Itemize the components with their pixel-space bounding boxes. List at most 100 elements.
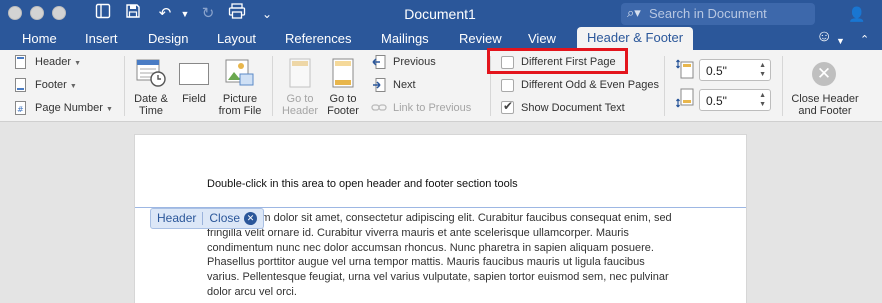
go-to-footer-button[interactable]: Go to Footer <box>322 93 364 117</box>
tab-insert[interactable]: Insert <box>85 30 118 50</box>
print-icon[interactable] <box>226 3 248 25</box>
footer-position-icon <box>676 88 694 108</box>
tab-layout[interactable]: Layout <box>217 30 256 50</box>
header-tag-divider <box>202 212 204 226</box>
minimize-window-button[interactable] <box>30 6 44 20</box>
picture-icon <box>225 59 255 87</box>
body-line: Phasellus porttitor augue vel urna tempo… <box>207 256 645 269</box>
link-icon <box>371 101 387 115</box>
next-icon <box>372 78 386 92</box>
page-number-icon: # <box>14 101 28 115</box>
tab-review[interactable]: Review <box>459 30 502 50</box>
document-title: Document1 <box>404 6 476 22</box>
header-tag-close-button[interactable]: Close ✕ <box>209 211 258 226</box>
body-line: Lorem ipsum dolor sit amet, consectetur … <box>207 212 672 224</box>
body-line: dolor arcu vel orci. <box>207 285 297 298</box>
highlight-annotation <box>487 48 628 74</box>
redo-icon[interactable]: ↻ <box>197 3 219 25</box>
close-header-footer-button[interactable]: Close Header and Footer <box>786 93 864 117</box>
page-number-button[interactable]: Page Number ▼ <box>35 102 113 114</box>
search-icon: ⌕▾ <box>627 5 641 20</box>
picture-from-file-button[interactable]: Picture from File <box>214 93 266 117</box>
go-to-footer-label-2: Footer <box>327 105 359 117</box>
ribbon-separator <box>664 56 665 116</box>
customize-toolbar-icon[interactable]: ⌄ <box>256 3 278 25</box>
document-canvas: Double-click in this area to open header… <box>0 122 882 303</box>
page-number-dropdown-icon: ▼ <box>105 106 113 113</box>
tab-home[interactable]: Home <box>22 30 57 50</box>
title-bar: ↶ ▼ ↻ ⌄ Document1 ⌕▾ Search in Document … <box>0 0 882 28</box>
body-line: condimentum nunc nec dolor accumsan rhon… <box>207 241 654 254</box>
increment-icon[interactable]: ▲ <box>759 62 766 69</box>
previous-button[interactable]: Previous <box>393 56 436 68</box>
header-tag-close-label: Close <box>209 211 241 225</box>
date-time-label-2: Time <box>138 105 164 117</box>
zoom-window-button[interactable] <box>52 6 66 20</box>
next-button[interactable]: Next <box>393 79 416 91</box>
different-odd-even-label: Different Odd & Even Pages <box>521 79 659 91</box>
different-odd-even-checkbox[interactable] <box>501 79 514 92</box>
sidebar-toggle-icon[interactable] <box>92 3 114 25</box>
ribbon: Header ▼ Footer ▼ # Page Number ▼ Date &… <box>0 50 882 122</box>
footer-icon <box>14 78 28 92</box>
close-window-button[interactable] <box>8 6 22 20</box>
feedback-dropdown-icon[interactable]: ▼ <box>836 32 845 52</box>
undo-dropdown-icon[interactable]: ▼ <box>174 3 196 25</box>
header-instruction-text: Double-click in this area to open header… <box>207 178 518 190</box>
tab-references[interactable]: References <box>285 30 351 50</box>
undo-icon[interactable]: ↶ <box>154 3 176 25</box>
search-input[interactable]: ⌕▾ Search in Document <box>621 3 815 25</box>
footer-from-bottom-value: 0.5" <box>706 94 727 108</box>
share-icon[interactable]: 👤 <box>846 3 868 25</box>
footer-from-bottom-spinner[interactable]: 0.5" ▲ ▼ <box>699 89 771 111</box>
ribbon-separator <box>272 56 273 116</box>
svg-text:#: # <box>17 105 24 114</box>
tab-view[interactable]: View <box>528 30 556 50</box>
body-line: varius. Pellentesque feugiat, urna vel v… <box>207 271 669 284</box>
header-position-icon <box>676 59 694 79</box>
close-label-2: and Footer <box>798 105 852 117</box>
tab-design[interactable]: Design <box>148 30 188 50</box>
header-from-top-value: 0.5" <box>706 64 727 78</box>
ribbon-separator <box>782 56 783 116</box>
show-document-text-checkbox[interactable]: ✔ <box>501 99 514 114</box>
show-document-text-label: Show Document Text <box>521 102 625 114</box>
field-button[interactable]: Field <box>176 93 212 105</box>
go-to-header-button[interactable]: Go to Header <box>280 93 320 117</box>
link-to-previous-button[interactable]: Link to Previous <box>393 102 471 114</box>
smiley-feedback-icon[interactable]: ☺ <box>816 28 832 48</box>
header-tag-label: Header <box>157 211 197 225</box>
decrement-icon[interactable]: ▼ <box>759 71 766 78</box>
header-button[interactable]: Header ▼ <box>35 56 81 68</box>
collapse-ribbon-icon[interactable]: ⌃ <box>860 31 869 51</box>
save-icon[interactable] <box>122 3 144 25</box>
header-button-label: Header <box>35 56 72 68</box>
header-tag: Header Close ✕ <box>150 208 265 229</box>
footer-dropdown-icon: ▼ <box>69 83 77 90</box>
close-header-footer-icon: ✕ <box>812 62 836 86</box>
footer-button[interactable]: Footer ▼ <box>35 79 77 91</box>
ribbon-separator <box>124 56 125 116</box>
go-to-header-icon <box>289 58 311 88</box>
picture-label-1: Picture <box>222 93 258 105</box>
document-body[interactable]: Lorem ipsum dolor sit amet, consectetur … <box>207 211 687 300</box>
ribbon-tabs: Home Insert Design Layout References Mai… <box>0 27 882 52</box>
calendar-clock-icon <box>136 57 166 87</box>
body-line: fringilla velit ornare id. Curabitur viv… <box>207 226 629 239</box>
go-to-header-label-1: Go to <box>286 93 314 105</box>
close-label-1: Close Header <box>791 93 859 105</box>
decrement-icon[interactable]: ▼ <box>759 101 766 108</box>
tab-mailings[interactable]: Mailings <box>381 30 429 50</box>
close-icon: ✕ <box>244 212 258 226</box>
increment-icon[interactable]: ▲ <box>759 92 766 99</box>
page-number-label: Page Number <box>35 102 103 114</box>
date-time-button[interactable]: Date & Time <box>128 93 174 117</box>
document-page: Double-click in this area to open header… <box>134 134 747 303</box>
header-dropdown-icon: ▼ <box>74 60 82 67</box>
search-placeholder: Search in Document <box>649 6 767 21</box>
header-from-top-spinner[interactable]: 0.5" ▲ ▼ <box>699 59 771 81</box>
picture-label-2: from File <box>218 105 262 117</box>
footer-button-label: Footer <box>35 79 67 91</box>
header-icon <box>14 55 28 69</box>
field-icon <box>179 63 209 85</box>
